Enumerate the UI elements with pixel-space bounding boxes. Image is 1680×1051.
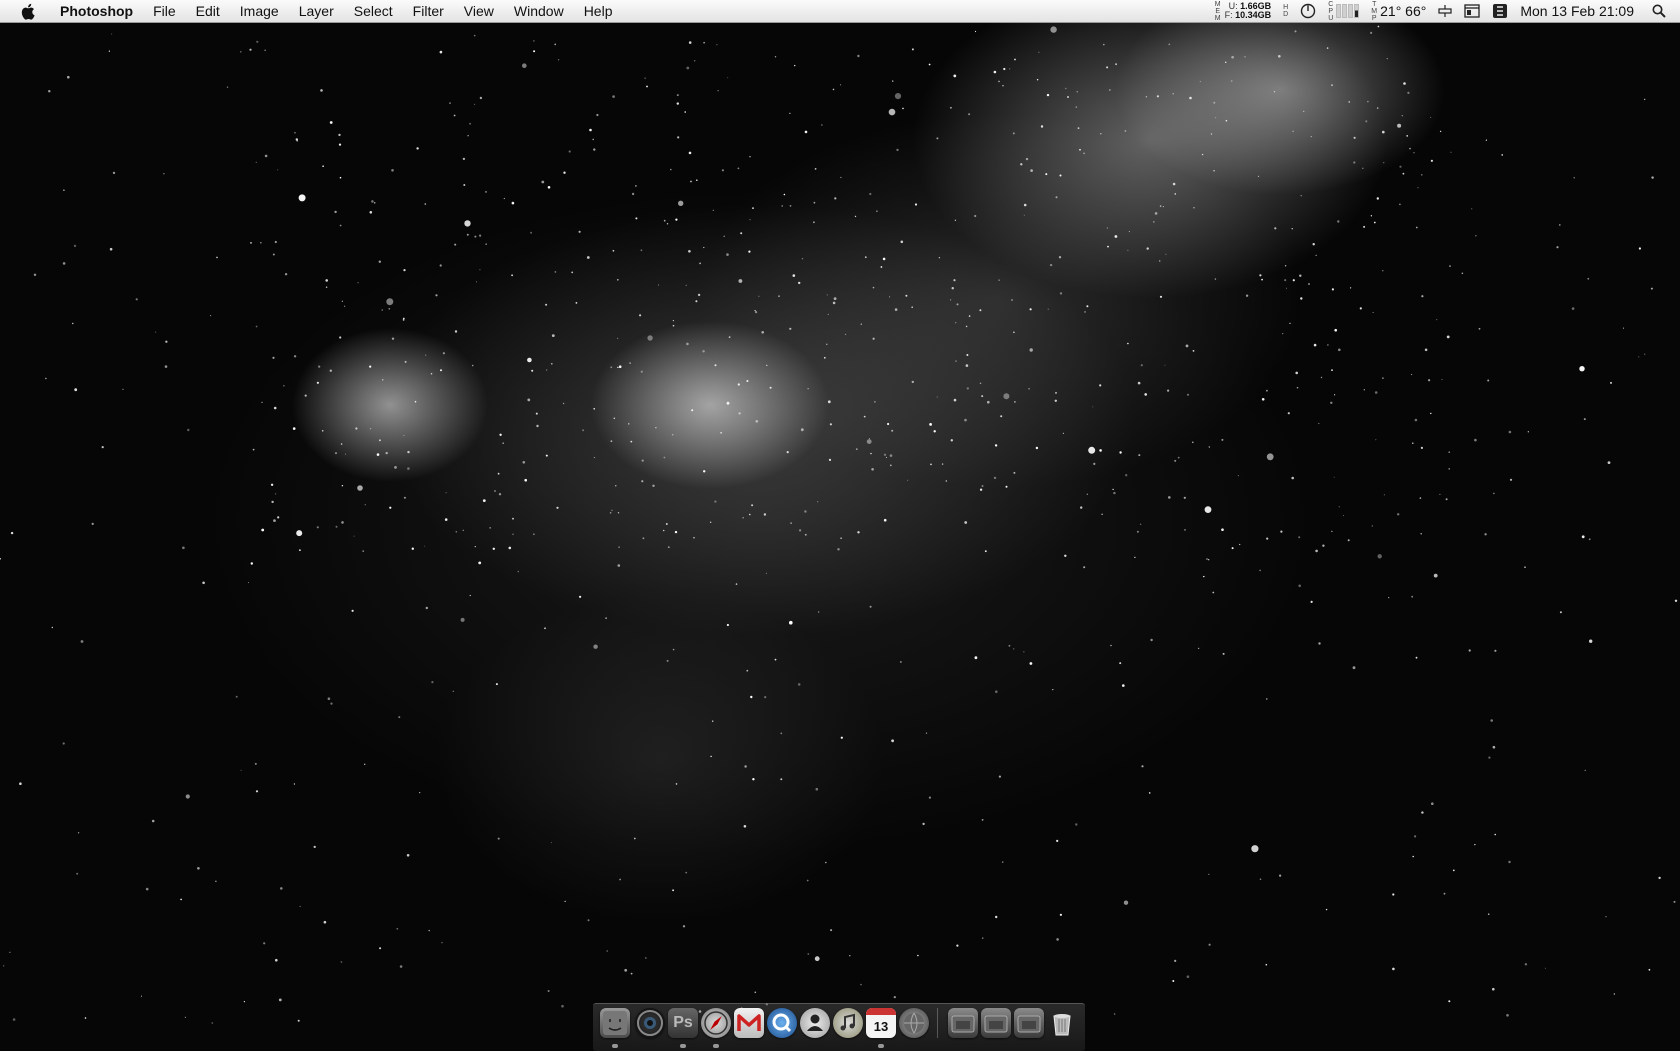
spotlight-search-icon[interactable]	[1652, 0, 1666, 22]
dock-trash-icon[interactable]	[1047, 1008, 1077, 1038]
temperature-value: 21° 66°	[1380, 3, 1427, 19]
mem-free-label: F:	[1224, 10, 1233, 20]
dock-ical-icon[interactable]: 13	[866, 1008, 896, 1038]
desktop-wallpaper	[0, 0, 1680, 1050]
dock-finder-icon[interactable]	[600, 1008, 630, 1038]
starfield	[0, 25, 1678, 1024]
menu-filter[interactable]: Filter	[403, 0, 454, 22]
dock-photoshop-icon[interactable]: Ps	[668, 1008, 698, 1038]
dock-address-book-icon[interactable]	[800, 1008, 830, 1038]
menubar-clock[interactable]: Mon 13 Feb 21:09	[1520, 0, 1634, 22]
dock-folder-3-icon[interactable]	[1014, 1008, 1044, 1038]
dock-separator	[937, 1008, 938, 1038]
temperature-monitor[interactable]: TMP 21° 66°	[1371, 0, 1426, 22]
user-switch-icon[interactable]	[1492, 0, 1508, 22]
mem-free-value: 10.34GB	[1235, 10, 1272, 20]
dock-itunes-icon[interactable]	[833, 1008, 863, 1038]
running-indicator	[878, 1044, 884, 1048]
running-indicator	[680, 1044, 686, 1048]
menu-bar: Photoshop File Edit Image Layer Select F…	[0, 0, 1680, 23]
calendar-date-label: 13	[873, 1018, 889, 1034]
running-indicator	[612, 1044, 618, 1048]
network-icon[interactable]	[1438, 0, 1452, 22]
memory-mem-label-icon: MEM	[1214, 0, 1221, 22]
menu-layer[interactable]: Layer	[289, 0, 344, 22]
dock-safari-compass-icon[interactable]	[701, 1008, 731, 1038]
display-icon[interactable]	[1464, 0, 1481, 22]
menu-select[interactable]: Select	[344, 0, 403, 22]
dock-firefox-globe-icon[interactable]	[899, 1008, 929, 1038]
cpu-meter-icon[interactable]: CPU	[1328, 0, 1360, 22]
clock-gauge-icon[interactable]	[1300, 0, 1316, 22]
dock-aperture-icon[interactable]	[635, 1008, 665, 1038]
temp-label-icon: TMP	[1371, 0, 1378, 22]
dock-folder-1-icon[interactable]	[948, 1008, 978, 1038]
dock-gmail-icon[interactable]	[734, 1008, 764, 1038]
disk-activity-icon[interactable]: HD	[1283, 0, 1288, 22]
apple-menu-icon[interactable]	[18, 2, 36, 20]
menu-app-photoshop[interactable]: Photoshop	[54, 0, 143, 22]
menu-image[interactable]: Image	[230, 0, 289, 22]
menu-window[interactable]: Window	[504, 0, 574, 22]
dock-folder-2-icon[interactable]	[981, 1008, 1011, 1038]
menu-edit[interactable]: Edit	[186, 0, 230, 22]
photoshop-icon-label: Ps	[673, 1014, 693, 1031]
running-indicator	[713, 1044, 719, 1048]
memory-monitor[interactable]: MEM U: 1.66GB F: 10.34GB	[1215, 0, 1271, 22]
dock-quicktime-icon[interactable]	[767, 1008, 797, 1038]
menu-view[interactable]: View	[454, 0, 504, 22]
menu-help[interactable]: Help	[574, 0, 623, 22]
menu-file[interactable]: File	[143, 0, 186, 22]
status-menus: MEM U: 1.66GB F: 10.34GB HD CPU TMP 21° …	[1209, 0, 1680, 22]
